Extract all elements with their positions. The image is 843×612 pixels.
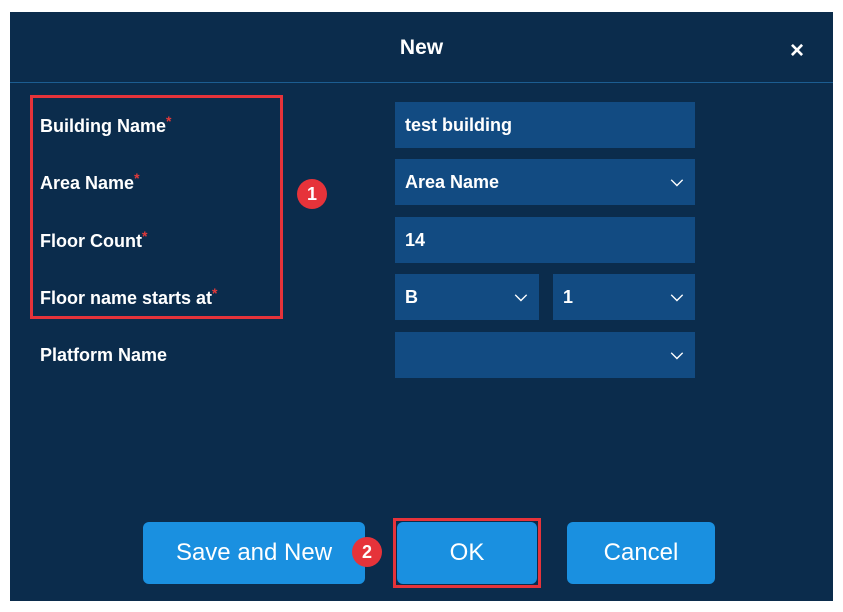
close-icon[interactable]: × bbox=[782, 36, 812, 66]
platform-name-select[interactable]: ⌵ bbox=[395, 332, 695, 378]
platform-name-label: Platform Name bbox=[40, 345, 167, 366]
floor-prefix-select[interactable]: B ⌵ bbox=[395, 274, 539, 320]
save-and-new-button[interactable]: Save and New bbox=[143, 522, 365, 584]
ok-button[interactable]: OK bbox=[397, 522, 537, 584]
step-marker-1: 1 bbox=[297, 179, 327, 209]
floor-number-value: 1 bbox=[563, 287, 574, 307]
area-name-select[interactable]: Area Name ⌵ bbox=[395, 159, 695, 205]
chevron-down-icon: ⌵ bbox=[514, 288, 527, 305]
cancel-button[interactable]: Cancel bbox=[567, 522, 715, 584]
chevron-down-icon: ⌵ bbox=[670, 173, 683, 190]
floor-count-input[interactable]: 14 bbox=[395, 217, 695, 263]
area-name-value: Area Name bbox=[405, 172, 500, 192]
dialog-header: New × bbox=[10, 12, 833, 83]
chevron-down-icon: ⌵ bbox=[670, 346, 683, 363]
building-name-value: test building bbox=[405, 115, 512, 135]
step-marker-2: 2 bbox=[352, 537, 382, 567]
floor-count-value: 14 bbox=[405, 230, 426, 250]
dialog-title: New bbox=[399, 36, 444, 59]
required-fields-highlight bbox=[30, 95, 283, 319]
platform-name-label-text: Platform Name bbox=[40, 345, 168, 365]
new-building-dialog: New × Building Name* test building Area … bbox=[10, 12, 833, 601]
floor-number-select[interactable]: 1 ⌵ bbox=[553, 274, 695, 320]
chevron-down-icon: ⌵ bbox=[670, 288, 683, 305]
floor-prefix-value: B bbox=[405, 287, 418, 307]
building-name-input[interactable]: test building bbox=[395, 102, 695, 148]
